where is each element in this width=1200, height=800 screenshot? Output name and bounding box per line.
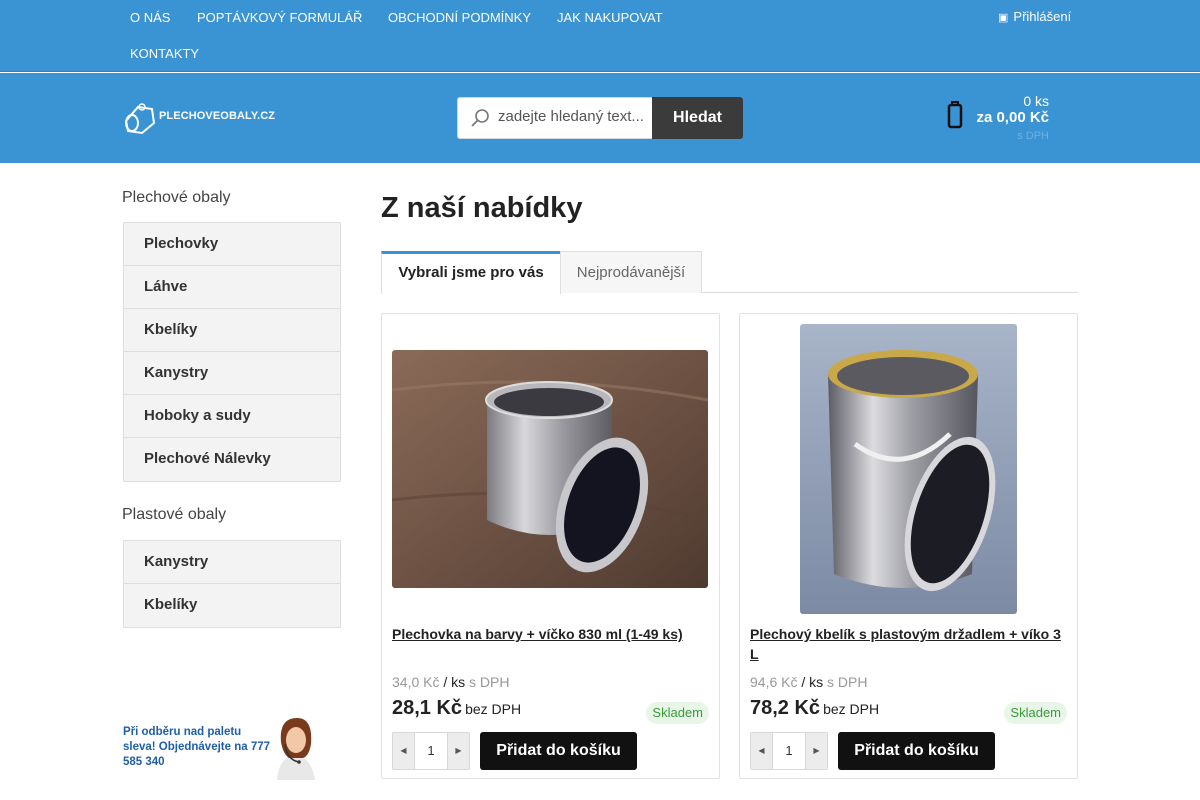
promo-text: Při odběru nad paletu sleva! Objednávejt…	[123, 726, 271, 768]
category-item-plast-kanystry[interactable]: Kanystry	[124, 541, 340, 584]
category-item-hoboky-a-sudy[interactable]: Hoboky a sudy	[124, 395, 340, 438]
product-name[interactable]: Plechový kbelík s plastovým držadlem + v…	[750, 624, 1068, 664]
logo[interactable]: PLECHOVEOBALY.CZ	[122, 101, 287, 137]
top-navigation-bar: O NÁS POPTÁVKOVÝ FORMULÁŘ OBCHODNÍ PODMÍ…	[0, 0, 1200, 72]
decrease-quantity-button[interactable]: ◀	[751, 733, 773, 769]
price-with-vat-value: 94,6 Kč	[750, 674, 798, 690]
category-item-plast-kbeliky[interactable]: Kbelíky	[124, 584, 340, 627]
product-card: Plechovka na barvy + víčko 830 ml (1-49 …	[381, 313, 720, 779]
price-with-vat: 94,6 Kč / ks s DPH	[750, 674, 868, 690]
price-with-vat: 34,0 Kč / ks s DPH	[392, 674, 510, 690]
product-card: Plechový kbelík s plastovým držadlem + v…	[739, 313, 1078, 779]
stock-badge: Skladem	[1004, 702, 1067, 724]
logo-text: PLECHOVEOBALY.CZ	[159, 110, 276, 122]
price-value: 78,2 Kč	[750, 697, 821, 719]
category-item-kbeliky[interactable]: Kbelíky	[124, 309, 340, 352]
nav-link-poptavkovy-formular[interactable]: POPTÁVKOVÝ FORMULÁŘ	[197, 10, 362, 25]
add-to-cart-button[interactable]: Přidat do košíku	[480, 732, 637, 770]
price-note: bez DPH	[823, 701, 880, 717]
decrease-quantity-button[interactable]: ◀	[393, 733, 415, 769]
nav-link-o-nas[interactable]: O NÁS	[130, 10, 170, 25]
nav-link-obchodni-podminky[interactable]: OBCHODNÍ PODMÍNKY	[388, 10, 531, 25]
quantity-stepper: ◀ 1 ▶	[750, 732, 828, 770]
tin-can-image	[392, 350, 708, 588]
logo-can-icon	[124, 103, 156, 135]
search-icon	[471, 109, 489, 127]
cart-vat-note: s DPH	[1017, 130, 1049, 142]
user-icon: ▣	[998, 12, 1009, 24]
price-note: bez DPH	[465, 701, 522, 717]
increase-quantity-button[interactable]: ▶	[805, 733, 827, 769]
price-value: 28,1 Kč	[392, 697, 463, 719]
product-image[interactable]	[800, 324, 1017, 614]
category-item-plechovky[interactable]: Plechovky	[124, 223, 340, 266]
page-title: Z naší nabídky	[381, 192, 583, 224]
paint-bucket-image	[800, 324, 1017, 614]
nav-link-jak-nakupovat[interactable]: JAK NAKUPOVAT	[557, 10, 663, 25]
product-tabs: Vybrali jsme pro vás Nejprodávanější	[381, 251, 1078, 294]
price-without-vat: 28,1 Kč bez DPH	[392, 697, 521, 720]
search-box	[457, 97, 653, 139]
vat-label: s DPH	[469, 674, 510, 690]
product-image[interactable]	[392, 350, 708, 588]
category-item-kanystry[interactable]: Kanystry	[124, 352, 340, 395]
quantity-input[interactable]: 1	[415, 733, 447, 769]
product-name[interactable]: Plechovka na barvy + víčko 830 ml (1-49 …	[392, 624, 710, 644]
login-link[interactable]: ▣ Přihlášení	[998, 9, 1071, 24]
stock-badge: Skladem	[646, 702, 709, 724]
promo-banner[interactable]: Při odběru nad paletu sleva! Objednávejt…	[122, 712, 322, 780]
sidebar-group-title: Plechové obaly	[122, 189, 231, 206]
search-input[interactable]	[498, 108, 648, 125]
support-agent-image	[277, 718, 315, 780]
category-list: Plechovky Láhve Kbelíky Kanystry Hoboky …	[123, 222, 341, 482]
tab-vybrali-jsme-pro-vas[interactable]: Vybrali jsme pro vás	[381, 251, 561, 294]
vat-label: s DPH	[827, 674, 868, 690]
quantity-input[interactable]: 1	[773, 733, 805, 769]
category-item-plechove-nalevky[interactable]: Plechové Nálevky	[124, 438, 340, 481]
add-to-cart-button[interactable]: Přidat do košíku	[838, 732, 995, 770]
sidebar-group-title: Plastové obaly	[122, 506, 227, 523]
login-label: Přihlášení	[1013, 9, 1072, 24]
category-list: Kanystry Kbelíky	[123, 540, 341, 628]
tab-nejprodavanejsi[interactable]: Nejprodávanější	[560, 251, 702, 293]
increase-quantity-button[interactable]: ▶	[447, 733, 469, 769]
nav-link-kontakty[interactable]: KONTAKTY	[130, 46, 199, 61]
price-unit: / ks	[801, 674, 824, 690]
cart-count: 0 ks	[1023, 93, 1049, 109]
header: PLECHOVEOBALY.CZ Hledat 0 ks za 0,00 Kč …	[0, 73, 1200, 163]
price-with-vat-value: 34,0 Kč	[392, 674, 440, 690]
quantity-stepper: ◀ 1 ▶	[392, 732, 470, 770]
cart-total: za 0,00 Kč	[976, 109, 1049, 126]
category-item-lahve[interactable]: Láhve	[124, 266, 340, 309]
price-without-vat: 78,2 Kč bez DPH	[750, 697, 879, 720]
price-unit: / ks	[443, 674, 466, 690]
search-button[interactable]: Hledat	[652, 97, 743, 139]
